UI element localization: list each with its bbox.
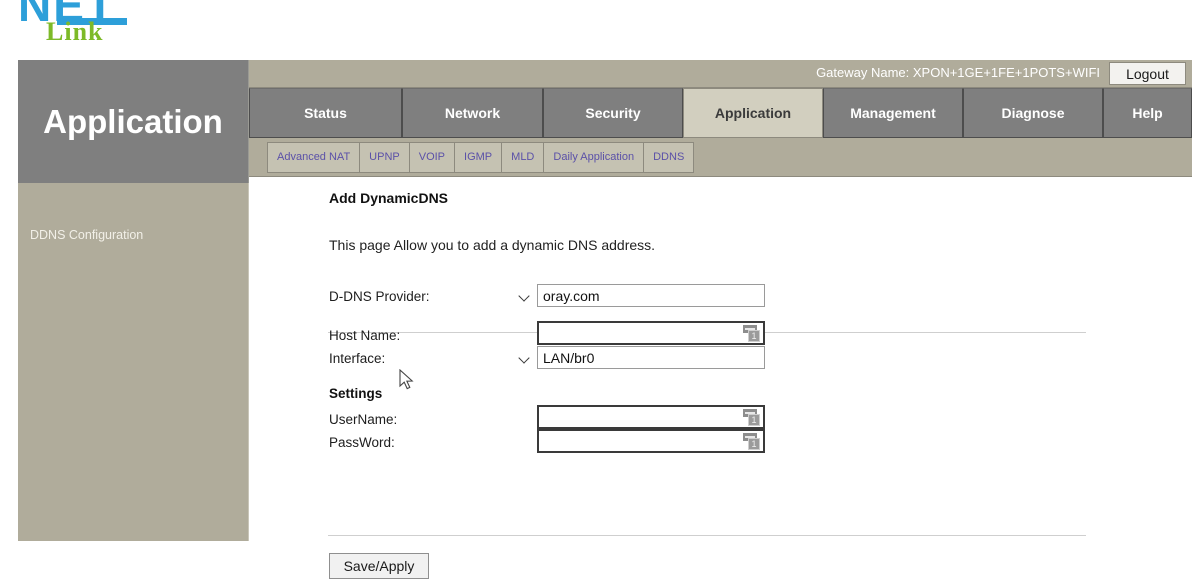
right-column: Gateway Name: XPON+1GE+1FE+1POTS+WIFI Lo… xyxy=(249,60,1192,579)
content-pane: Add DynamicDNS This page Allow you to ad… xyxy=(249,177,1192,579)
logout-button[interactable]: Logout xyxy=(1109,62,1186,85)
chevron-down-icon xyxy=(520,292,529,298)
label-host-name: Host Name: xyxy=(329,328,401,343)
gateway-bar: Gateway Name: XPON+1GE+1FE+1POTS+WIFI Lo… xyxy=(249,60,1192,88)
password-field-wrap: 1 xyxy=(537,429,765,453)
subtab-mld[interactable]: MLD xyxy=(501,141,545,173)
username-input[interactable] xyxy=(539,407,763,427)
logo-secondary-text: Link xyxy=(46,17,104,46)
label-interface: Interface: xyxy=(329,351,386,366)
interface-select[interactable]: LAN/br0 xyxy=(537,346,765,369)
subtab-igmp[interactable]: IGMP xyxy=(454,141,503,173)
content-inner: Add DynamicDNS This page Allow you to ad… xyxy=(249,177,1192,579)
tab-diagnose[interactable]: Diagnose xyxy=(963,88,1103,138)
label-username: UserName: xyxy=(329,412,398,427)
gateway-name-label: Gateway Name: XPON+1GE+1FE+1POTS+WIFI xyxy=(816,65,1100,80)
content-description: This page Allow you to add a dynamic DNS… xyxy=(329,237,656,253)
page-title: Application xyxy=(43,102,223,140)
sidebar-item-ddns-configuration[interactable]: DDNS Configuration xyxy=(30,228,143,242)
sub-tab-bar: Advanced NAT UPNP VOIP IGMP MLD Daily Ap… xyxy=(249,138,1192,177)
subtab-ddns[interactable]: DDNS xyxy=(643,141,695,173)
password-input[interactable] xyxy=(539,431,763,451)
tab-management[interactable]: Management xyxy=(823,88,963,138)
sidebar: DDNS Configuration xyxy=(18,183,249,541)
subtab-daily-application[interactable]: Daily Application xyxy=(543,141,645,173)
content-heading: Add DynamicDNS xyxy=(329,190,449,206)
subtab-upnp[interactable]: UPNP xyxy=(359,141,410,173)
save-apply-button[interactable]: Save/Apply xyxy=(329,553,429,579)
tab-network[interactable]: Network xyxy=(402,88,543,138)
host-name-input[interactable] xyxy=(539,323,763,343)
tab-status[interactable]: Status xyxy=(249,88,402,138)
brand-logo: NET Link xyxy=(0,0,260,58)
page-frame: Application DDNS Configuration Gateway N… xyxy=(18,60,1192,579)
section-title-box: Application xyxy=(18,60,249,183)
label-dns-provider: D-DNS Provider: xyxy=(329,289,430,304)
tab-help[interactable]: Help xyxy=(1103,88,1192,138)
label-password: PassWord: xyxy=(329,435,395,450)
subtab-advanced-nat[interactable]: Advanced NAT xyxy=(267,141,361,173)
dns-provider-select[interactable]: oray.com xyxy=(537,284,765,307)
divider-bottom xyxy=(328,535,1086,536)
chevron-down-icon xyxy=(520,354,529,360)
host-name-field-wrap: 1 xyxy=(537,321,765,345)
tab-security[interactable]: Security xyxy=(543,88,683,138)
subtab-voip[interactable]: VOIP xyxy=(408,141,456,173)
main-tab-bar: Status Network Security Application Mana… xyxy=(249,88,1192,138)
username-field-wrap: 1 xyxy=(537,405,765,429)
tab-application[interactable]: Application xyxy=(683,88,823,138)
settings-section-label: Settings xyxy=(329,386,383,401)
left-column: Application DDNS Configuration xyxy=(18,60,249,541)
